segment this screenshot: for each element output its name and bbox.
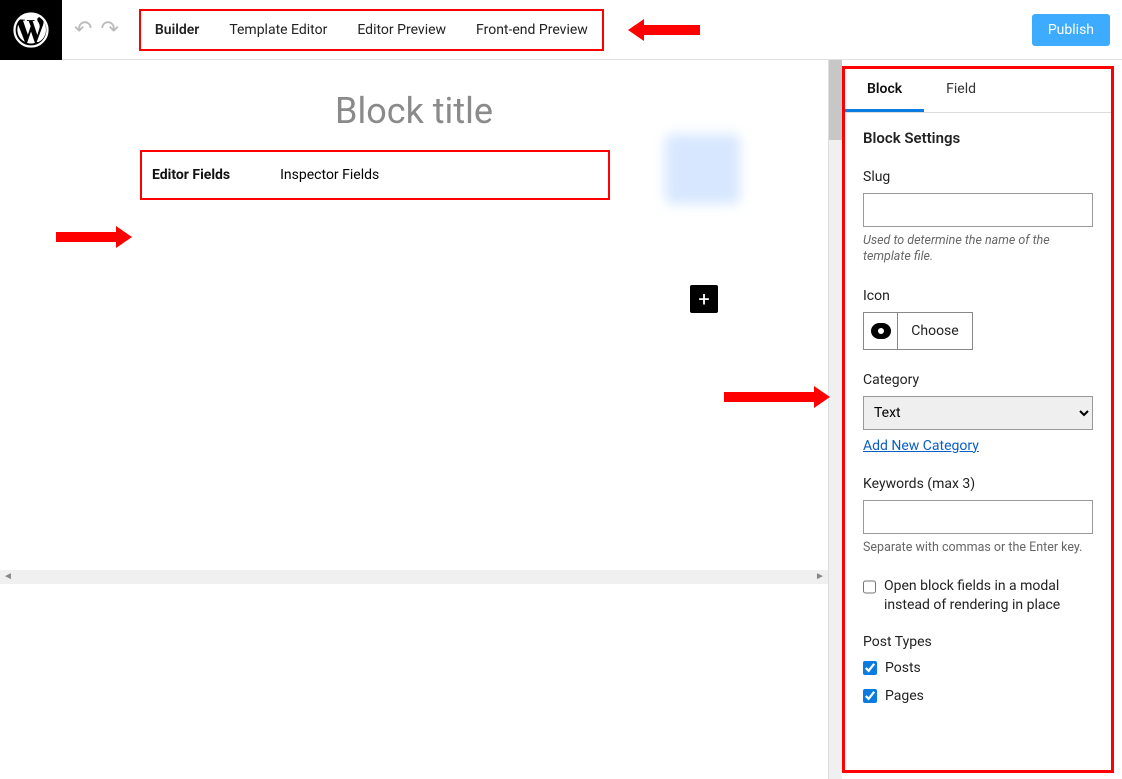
- eye-icon: [871, 323, 891, 339]
- add-new-category-link[interactable]: Add New Category: [863, 438, 979, 454]
- category-label: Category: [863, 372, 1093, 388]
- add-block-button[interactable]: +: [690, 285, 718, 313]
- view-mode-tabs: Builder Template Editor Editor Preview F…: [139, 9, 604, 51]
- pages-checkbox-label: Pages: [885, 688, 924, 704]
- block-title-input[interactable]: Block title: [0, 60, 828, 132]
- panel-title: Block Settings: [863, 129, 1093, 147]
- keywords-input[interactable]: [863, 500, 1093, 534]
- decorative-blur: [665, 134, 740, 204]
- tab-field[interactable]: Field: [924, 69, 998, 112]
- post-type-pages: Pages: [863, 688, 1093, 704]
- icon-preview: [864, 313, 898, 349]
- scroll-right-icon[interactable]: ►: [812, 570, 828, 584]
- redo-icon[interactable]: ↷: [100, 17, 118, 42]
- top-bar: ↶ ↷ Builder Template Editor Editor Previ…: [0, 0, 1122, 60]
- slug-hint: Used to determine the name of the templa…: [863, 233, 1093, 266]
- wordpress-logo[interactable]: [0, 0, 62, 60]
- wordpress-icon: [13, 12, 49, 48]
- tab-editor-fields[interactable]: Editor Fields: [152, 167, 230, 183]
- sidebar-tabs: Block Field: [845, 69, 1111, 113]
- scroll-thumb[interactable]: [829, 60, 842, 140]
- tab-block[interactable]: Block: [845, 69, 924, 112]
- canvas-wrap: Block title Editor Fields Inspector Fiel…: [0, 60, 828, 779]
- tab-builder[interactable]: Builder: [155, 22, 199, 38]
- tab-frontend-preview[interactable]: Front-end Preview: [476, 22, 588, 38]
- icon-picker: Choose: [863, 312, 973, 350]
- icon-field: Icon Choose: [863, 288, 1093, 350]
- keywords-field: Keywords (max 3) Separate with commas or…: [863, 476, 1093, 555]
- icon-label: Icon: [863, 288, 1093, 304]
- tab-editor-preview[interactable]: Editor Preview: [357, 22, 446, 38]
- block-settings-panel: Block Settings Slug Used to determine th…: [845, 113, 1111, 732]
- modal-checkbox-line: Open block fields in a modal instead of …: [863, 577, 1093, 616]
- keywords-label: Keywords (max 3): [863, 476, 1093, 492]
- choose-icon-button[interactable]: Choose: [898, 323, 972, 339]
- main-layout: Block title Editor Fields Inspector Fiel…: [0, 60, 1122, 779]
- posts-checkbox[interactable]: [863, 661, 877, 675]
- tab-inspector-fields[interactable]: Inspector Fields: [280, 167, 379, 183]
- keywords-hint: Separate with commas or the Enter key.: [863, 540, 1093, 555]
- category-select[interactable]: Text: [863, 396, 1093, 430]
- slug-field: Slug Used to determine the name of the t…: [863, 169, 1093, 266]
- vertical-scrollbar[interactable]: [828, 60, 842, 779]
- modal-checkbox[interactable]: [863, 580, 876, 594]
- slug-label: Slug: [863, 169, 1093, 185]
- slug-input[interactable]: [863, 193, 1093, 227]
- tab-template-editor[interactable]: Template Editor: [229, 22, 327, 38]
- post-type-posts: Posts: [863, 660, 1093, 676]
- inspector-sidebar: Block Field Block Settings Slug Used to …: [842, 66, 1114, 773]
- category-field: Category Text Add New Category: [863, 372, 1093, 454]
- modal-checkbox-label: Open block fields in a modal instead of …: [884, 577, 1093, 616]
- editor-field-tabs: Editor Fields Inspector Fields: [140, 150, 610, 200]
- undo-icon[interactable]: ↶: [74, 17, 92, 42]
- horizontal-scrollbar[interactable]: ◄ ►: [0, 570, 828, 584]
- post-types-label: Post Types: [863, 634, 932, 650]
- publish-button[interactable]: Publish: [1032, 14, 1110, 46]
- post-types-group: Post Types Posts Pages: [863, 634, 1093, 704]
- pages-checkbox[interactable]: [863, 689, 877, 703]
- posts-checkbox-label: Posts: [885, 660, 921, 676]
- undo-redo-group: ↶ ↷: [74, 17, 119, 42]
- canvas: Block title Editor Fields Inspector Fiel…: [0, 60, 828, 580]
- scroll-left-icon[interactable]: ◄: [0, 570, 16, 584]
